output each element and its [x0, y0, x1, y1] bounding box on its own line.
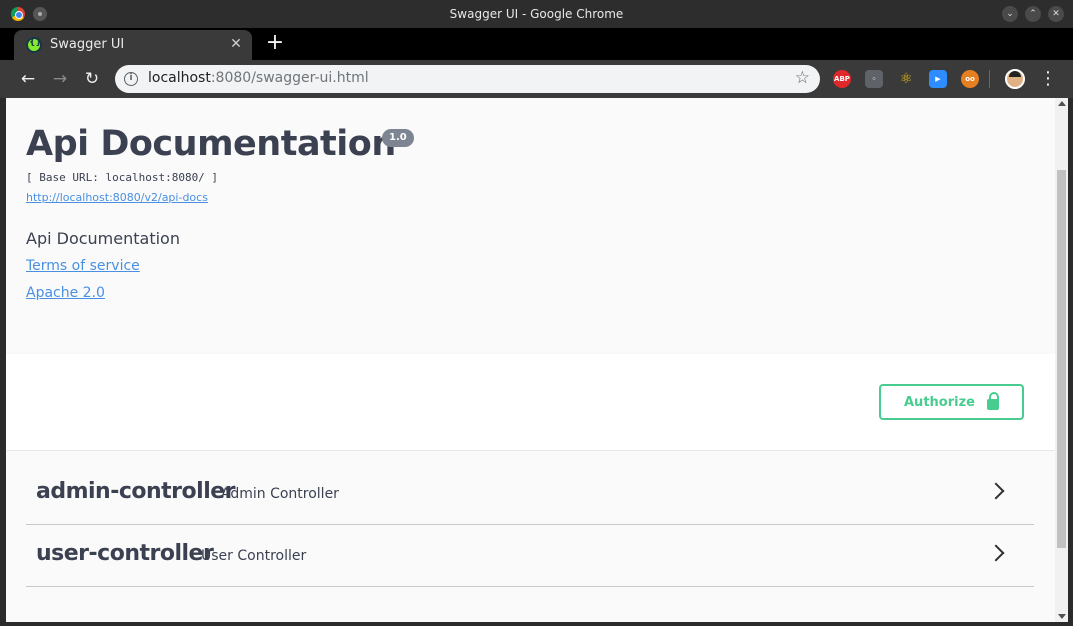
url-text[interactable]: localhost:8080/swagger-ui.html [148, 70, 369, 86]
vertical-scrollbar[interactable] [1055, 98, 1068, 622]
reload-button[interactable]: ↻ [81, 68, 103, 90]
url-path: :8080/swagger-ui.html [210, 70, 369, 86]
authorize-label: Authorize [904, 395, 975, 410]
browser-toolbar: ← → ↻ i localhost:8080/swagger-ui.html ☆… [0, 60, 1073, 98]
lock-icon [987, 392, 999, 410]
api-description: Api Documentation [26, 229, 180, 248]
tag-list: admin-controller Admin Controller user-c… [6, 451, 1055, 622]
url-host: localhost [148, 70, 211, 86]
forward-button[interactable]: → [49, 68, 71, 90]
tag-name: user-controller [36, 541, 214, 566]
tag-admin-controller[interactable]: admin-controller Admin Controller [26, 463, 1034, 525]
close-window-button[interactable]: ✕ [1048, 6, 1064, 22]
chrome-menu-icon[interactable]: ⋮ [1038, 68, 1058, 90]
tag-name: admin-controller [36, 479, 236, 504]
tab-close-icon[interactable]: ✕ [228, 36, 244, 52]
window-frame-right [1068, 98, 1073, 626]
chevron-right-icon[interactable] [987, 482, 1005, 500]
lightbulb-extension-icon[interactable]: ◦ [865, 70, 883, 88]
terms-of-service-link[interactable]: Terms of service [26, 258, 140, 274]
tag-user-controller[interactable]: user-controller User Controller [26, 525, 1034, 587]
zoom-extension-icon[interactable]: ▶ [929, 70, 947, 88]
adblock-plus-icon[interactable]: ABP [833, 70, 851, 88]
window-titlebar: Swagger UI - Google Chrome ⌄ ⌃ ✕ [0, 0, 1073, 28]
auth-wrapper: Authorize [6, 354, 1055, 450]
react-devtools-icon[interactable]: ⚛ [897, 70, 915, 88]
window-frame-bottom [0, 622, 1073, 626]
tag-description: Admin Controller [221, 486, 339, 502]
maximize-button[interactable]: ⌃ [1025, 6, 1041, 22]
bookmark-star-icon[interactable]: ☆ [795, 68, 810, 88]
toolbar-separator [989, 70, 990, 88]
tab-title: Swagger UI [50, 37, 125, 52]
version-badge: 1.0 [382, 129, 414, 147]
tab-strip: Swagger UI ✕ + [0, 28, 1073, 60]
window-title: Swagger UI - Google Chrome [449, 7, 624, 21]
minimize-button[interactable]: ⌄ [1002, 6, 1018, 22]
owl-extension-icon[interactable]: oo [961, 70, 979, 88]
api-info-section: Api Documentation 1.0 [ Base URL: localh… [6, 98, 1055, 354]
back-button[interactable]: ← [17, 68, 39, 90]
authorize-button[interactable]: Authorize [879, 384, 1024, 420]
new-tab-button[interactable]: + [264, 32, 286, 55]
address-bar[interactable]: i localhost:8080/swagger-ui.html ☆ [115, 65, 820, 93]
scroll-down-icon[interactable] [1058, 614, 1066, 619]
profile-avatar[interactable] [1005, 69, 1025, 89]
scroll-up-icon[interactable] [1058, 101, 1066, 106]
license-link[interactable]: Apache 2.0 [26, 285, 105, 301]
tab-swagger-ui[interactable]: Swagger UI ✕ [14, 30, 252, 60]
chevron-right-icon[interactable] [987, 544, 1005, 562]
swagger-favicon-icon [26, 37, 42, 53]
base-url: [ Base URL: localhost:8080/ ] [26, 171, 219, 184]
scrollbar-thumb[interactable] [1057, 170, 1066, 548]
tag-description: User Controller [201, 548, 307, 564]
site-info-icon[interactable]: i [124, 72, 138, 86]
page-viewport: Api Documentation 1.0 [ Base URL: localh… [6, 98, 1055, 622]
api-docs-link[interactable]: http://localhost:8080/v2/api-docs [26, 191, 208, 204]
api-title: Api Documentation [26, 124, 396, 164]
